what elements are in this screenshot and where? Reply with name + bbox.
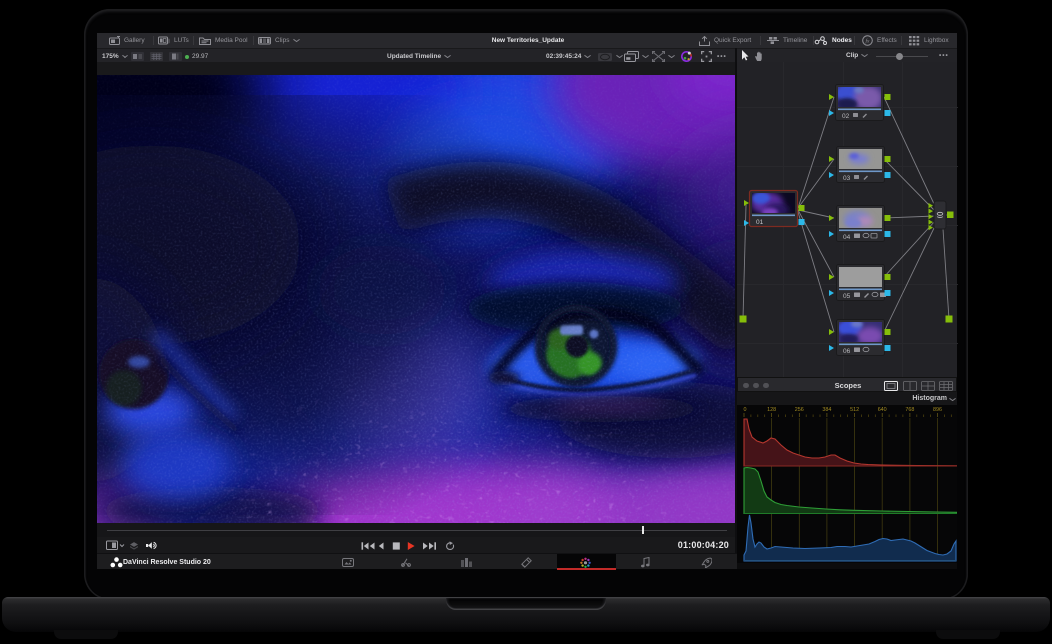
svg-text:0: 0 — [744, 407, 747, 413]
svg-text:06: 06 — [843, 348, 851, 355]
svg-text:02: 02 — [842, 113, 850, 120]
svg-text:768: 768 — [905, 407, 914, 413]
svg-text:640: 640 — [878, 407, 887, 413]
svg-text:fx: fx — [866, 38, 871, 45]
svg-text:512: 512 — [850, 407, 859, 413]
svg-text:256: 256 — [795, 407, 804, 413]
svg-text:03: 03 — [843, 175, 851, 182]
svg-text:896: 896 — [933, 407, 942, 413]
svg-text:128: 128 — [767, 407, 776, 413]
svg-text:01: 01 — [756, 219, 764, 226]
svg-text:384: 384 — [822, 407, 831, 413]
svg-text:05: 05 — [843, 293, 851, 300]
svg-text:04: 04 — [843, 234, 851, 241]
